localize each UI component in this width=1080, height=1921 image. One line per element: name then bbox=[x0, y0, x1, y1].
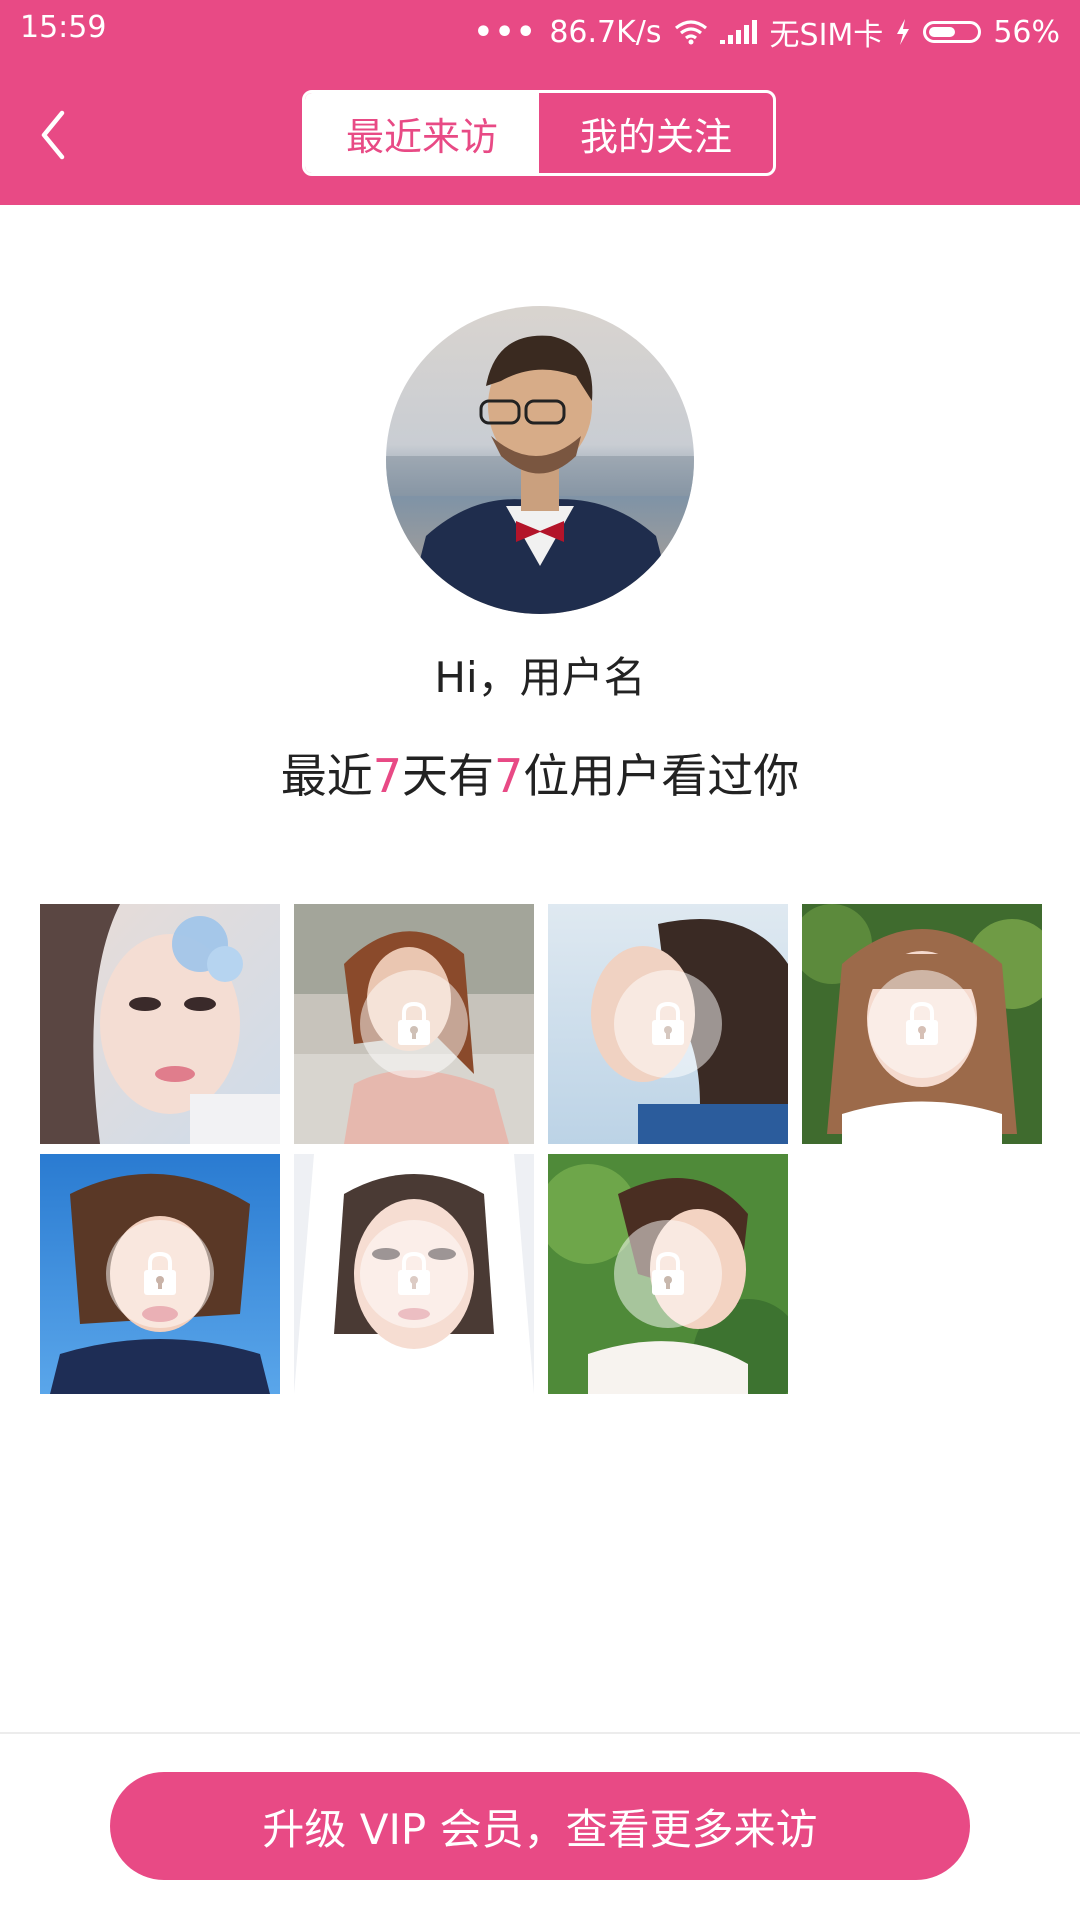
upgrade-vip-button[interactable]: 升级 VIP 会员，查看更多来访 bbox=[110, 1772, 970, 1880]
lock-icon bbox=[652, 1001, 684, 1045]
locked-overlay bbox=[614, 970, 722, 1078]
lock-icon bbox=[144, 1251, 176, 1295]
visitor-photo-6[interactable] bbox=[294, 1154, 534, 1394]
status-bar: 15:59 ••• 86.7K/s 无SIM卡 56% bbox=[0, 0, 1080, 60]
battery-percent: 56% bbox=[993, 14, 1060, 50]
wifi-icon bbox=[674, 19, 708, 45]
signal-icon bbox=[719, 20, 758, 44]
locked-overlay bbox=[106, 1220, 214, 1328]
visitor-photo-3[interactable] bbox=[548, 904, 788, 1144]
back-button[interactable] bbox=[28, 105, 80, 165]
more-dots-icon: ••• bbox=[473, 14, 538, 50]
bottom-divider bbox=[0, 1732, 1080, 1734]
tab-switcher: 最近来访 我的关注 bbox=[302, 90, 776, 176]
summary-prefix: 最近 bbox=[280, 749, 373, 803]
status-time: 15:59 bbox=[20, 10, 107, 45]
greeting-text: Hi，用户名 bbox=[434, 653, 646, 702]
locked-overlay bbox=[360, 1220, 468, 1328]
locked-overlay bbox=[360, 970, 468, 1078]
status-right: ••• 86.7K/s 无SIM卡 56% bbox=[474, 10, 1060, 54]
chevron-left-icon bbox=[41, 110, 65, 160]
visitor-photo-4[interactable] bbox=[802, 904, 1042, 1144]
visitor-summary: 最近7天有7位用户看过你 bbox=[0, 740, 1080, 806]
visitor-photo-5[interactable] bbox=[40, 1154, 280, 1394]
visitor-photo-2[interactable] bbox=[294, 904, 534, 1144]
lock-icon bbox=[398, 1251, 430, 1295]
avatar bbox=[386, 306, 694, 614]
top-nav-bar: 最近来访 我的关注 bbox=[0, 60, 1080, 205]
visitor-photo-1[interactable] bbox=[40, 904, 280, 1144]
visitor-photo-7[interactable] bbox=[548, 1154, 788, 1394]
visitor-count: 7 bbox=[494, 749, 524, 803]
tab-recent-visitors[interactable]: 最近来访 bbox=[305, 93, 539, 173]
locked-overlay bbox=[614, 1220, 722, 1328]
battery-icon bbox=[923, 21, 982, 43]
locked-overlay bbox=[868, 970, 976, 1078]
charging-bolt-icon bbox=[895, 19, 911, 45]
lock-icon bbox=[398, 1001, 430, 1045]
summary-suffix: 位用户看过你 bbox=[523, 749, 800, 803]
days-count: 7 bbox=[372, 749, 402, 803]
tab-my-follows[interactable]: 我的关注 bbox=[539, 93, 773, 173]
sim-status: 无SIM卡 bbox=[769, 18, 884, 53]
lock-icon bbox=[652, 1251, 684, 1295]
summary-mid: 天有 bbox=[402, 749, 494, 803]
lock-icon bbox=[906, 1001, 938, 1045]
net-speed: 86.7K/s bbox=[549, 14, 662, 50]
